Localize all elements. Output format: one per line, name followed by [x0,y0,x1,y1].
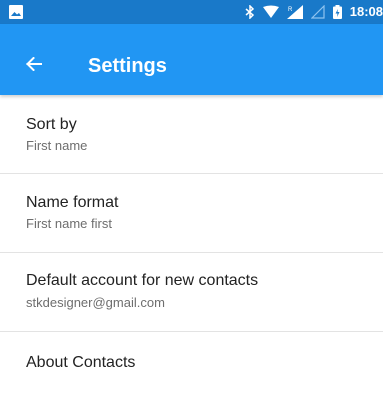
status-bar: R 18:08 [0,0,383,24]
signal-icon: R [286,5,303,19]
svg-text:R: R [288,7,293,13]
setting-title: Default account for new contacts [26,272,259,289]
setting-summary: First name first [26,216,112,231]
settings-list: Sort by First name Name format First nam… [0,95,383,410]
battery-icon [332,5,342,19]
clock: 18:08 [349,4,383,19]
setting-name-format[interactable]: Name format First name first [0,174,383,253]
setting-title: Sort by [26,116,77,133]
gallery-icon [9,5,23,19]
setting-title: About Contacts [26,354,136,371]
setting-summary: stkdesigner@gmail.com [26,295,165,310]
setting-title: Name format [26,194,119,211]
page-title: Settings [88,55,167,77]
setting-sort-by[interactable]: Sort by First name [0,95,383,174]
wifi-icon [262,5,279,18]
setting-summary: First name [26,138,88,153]
signal-empty-icon [310,5,325,19]
bluetooth-icon [245,5,254,19]
setting-default-account[interactable]: Default account for new contacts stkdesi… [0,253,383,332]
arrow-left-icon[interactable] [26,57,42,71]
setting-about-contacts[interactable]: About Contacts [0,332,383,410]
app-bar: Settings [0,24,383,95]
